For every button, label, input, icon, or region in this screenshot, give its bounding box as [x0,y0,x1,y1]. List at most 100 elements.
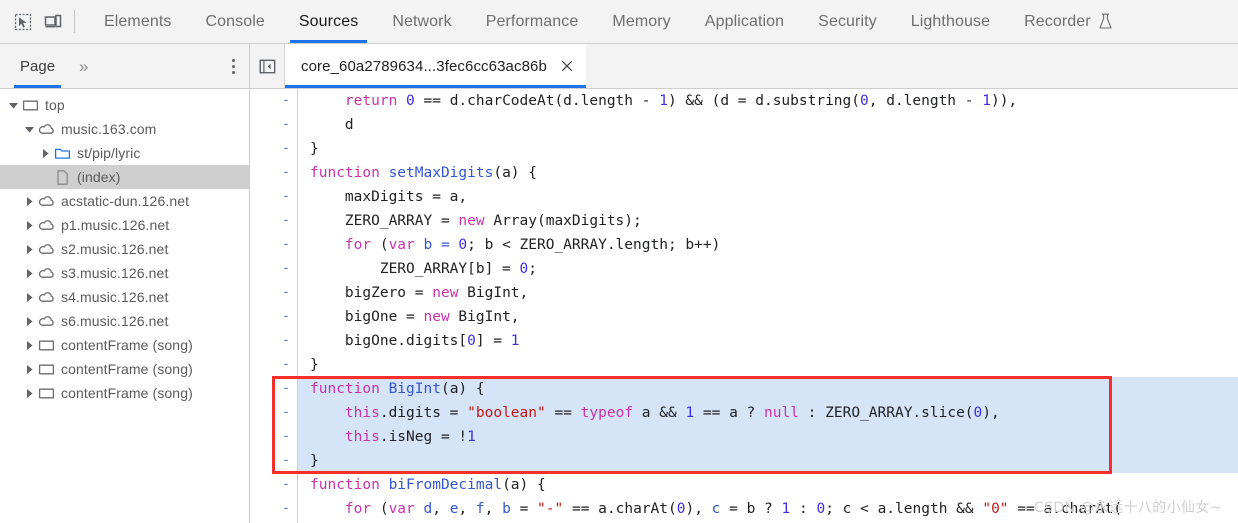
tab-console[interactable]: Console [189,0,282,43]
line-gutter-marker[interactable]: - [250,449,298,473]
code-line[interactable]: - d [250,113,1238,137]
tab-elements[interactable]: Elements [87,0,189,43]
tab-recorder[interactable]: Recorder [1007,0,1130,43]
tree-item[interactable]: acstatic-dun.126.net [0,189,249,213]
code-line[interactable]: - for (var b = 0; b < ZERO_ARRAY.length;… [250,233,1238,257]
code-line-text: ZERO_ARRAY = new Array(maxDigits); [344,213,642,229]
chevron-right-icon[interactable] [22,244,36,255]
code-line[interactable]: - ZERO_ARRAY = new Array(maxDigits); [250,209,1238,233]
line-gutter-marker[interactable]: - [250,425,298,449]
line-gutter-marker[interactable]: - [250,281,298,305]
tree-item[interactable]: s6.music.126.net [0,309,249,333]
chevron-right-icon[interactable] [22,340,36,351]
tab-sources[interactable]: Sources [282,0,375,43]
inspect-element-icon[interactable] [8,7,38,37]
tab-performance[interactable]: Performance [469,0,596,43]
tree-item-label: top [45,97,65,113]
toolbar-divider [74,10,75,33]
kebab-menu-icon[interactable] [232,58,235,74]
line-gutter-marker[interactable]: - [250,161,298,185]
tree-item[interactable]: s3.music.126.net [0,261,249,285]
tree-item[interactable]: (index) [0,165,249,189]
code-line[interactable]: - function biFromDecimal(a) { [250,473,1238,497]
line-gutter-marker[interactable]: - [250,497,298,521]
watermark: CSDN @永远十八的小仙女~ [1033,500,1222,516]
line-gutter-marker[interactable]: - [250,137,298,161]
navigator-tab-page[interactable]: Page [14,44,62,88]
tree-item-label: (index) [77,169,121,185]
cloud-icon [36,121,56,138]
tab-lighthouse[interactable]: Lighthouse [894,0,1007,43]
line-gutter-marker[interactable]: - [250,377,298,401]
tree-item-label: contentFrame (song) [61,361,193,377]
line-gutter-marker[interactable]: - [250,401,298,425]
chevron-down-icon[interactable] [22,124,36,135]
code-line-text: d [344,117,354,133]
line-gutter-marker[interactable]: - [250,353,298,377]
frame-icon [36,337,56,354]
chevron-right-icon[interactable] [22,364,36,375]
code-line[interactable]: - this.digits = "boolean" == typeof a &&… [250,401,1238,425]
tree-item-label: music.163.com [61,121,157,137]
chevron-down-icon[interactable] [6,100,20,111]
tree-item[interactable]: s2.music.126.net [0,237,249,261]
code-line-text: bigOne = new BigInt, [344,309,520,325]
chevron-right-icon[interactable] [22,220,36,231]
tree-item[interactable]: st/pip/lyric [0,141,249,165]
tree-item[interactable]: contentFrame (song) [0,333,249,357]
device-toolbar-icon[interactable] [38,7,68,37]
code-line-text: function biFromDecimal(a) { [310,477,546,493]
line-gutter-marker[interactable]: - [250,473,298,497]
tree-item[interactable]: contentFrame (song) [0,381,249,405]
line-gutter-marker[interactable]: - [250,89,298,113]
tab-memory[interactable]: Memory [595,0,687,43]
more-tabs-icon[interactable]: » [79,58,88,75]
chevron-right-icon[interactable] [22,196,36,207]
line-gutter-marker[interactable]: - [250,209,298,233]
code-line[interactable]: - return 0 == d.charCodeAt(d.length - 1)… [250,89,1238,113]
code-line[interactable]: - this.isNeg = !1 [250,425,1238,449]
tree-item[interactable]: p1.music.126.net [0,213,249,237]
cloud-icon [36,265,56,282]
tab-recorder-label: Recorder [1024,12,1091,30]
chevron-right-icon[interactable] [22,316,36,327]
chevron-right-icon[interactable] [22,388,36,399]
tab-network[interactable]: Network [375,0,468,43]
code-line[interactable]: - bigOne = new BigInt, [250,305,1238,329]
code-line[interactable]: -} [250,137,1238,161]
tree-item[interactable]: contentFrame (song) [0,357,249,381]
chevron-right-icon[interactable] [38,148,52,159]
line-gutter-marker[interactable]: - [250,233,298,257]
tree-item-label: contentFrame (song) [61,337,193,353]
navigator-file-tree[interactable]: top music.163.com st/pip/lyric (index) acsta… [0,89,250,523]
line-gutter-marker[interactable]: - [250,305,298,329]
code-line[interactable]: - maxDigits = a, [250,185,1238,209]
line-gutter-marker[interactable]: - [250,185,298,209]
flask-icon [1098,13,1113,30]
code-line[interactable]: -} [250,353,1238,377]
code-line[interactable]: - bigOne.digits[0] = 1 [250,329,1238,353]
code-line[interactable]: - function BigInt(a) { [250,377,1238,401]
chevron-right-icon[interactable] [22,268,36,279]
line-gutter-marker[interactable]: - [250,113,298,137]
close-icon[interactable] [559,58,575,74]
source-code-editor[interactable]: - return 0 == d.charCodeAt(d.length - 1)… [250,89,1238,523]
code-line[interactable]: - function setMaxDigits(a) { [250,161,1238,185]
tab-application[interactable]: Application [688,0,801,43]
line-gutter-marker[interactable]: - [250,257,298,281]
devtools-panel-tabs: Elements Console Sources Network Perform… [87,0,1238,43]
tree-item-label: s4.music.126.net [61,289,169,305]
show-navigator-icon[interactable] [250,44,285,88]
code-line[interactable]: - ZERO_ARRAY[b] = 0; [250,257,1238,281]
tree-item[interactable]: top [0,93,249,117]
sources-split-view: top music.163.com st/pip/lyric (index) acsta… [0,89,1238,523]
tree-item[interactable]: music.163.com [0,117,249,141]
tab-security[interactable]: Security [801,0,894,43]
code-line[interactable]: -} [250,449,1238,473]
chevron-right-icon[interactable] [22,292,36,303]
tree-item[interactable]: s4.music.126.net [0,285,249,309]
code-line[interactable]: - bigZero = new BigInt, [250,281,1238,305]
line-gutter-marker[interactable]: - [250,329,298,353]
editor-tab-core-file[interactable]: core_60a2789634...3fec6cc63ac86b [285,44,586,88]
code-line-text: ZERO_ARRAY[b] = 0; [379,261,537,277]
